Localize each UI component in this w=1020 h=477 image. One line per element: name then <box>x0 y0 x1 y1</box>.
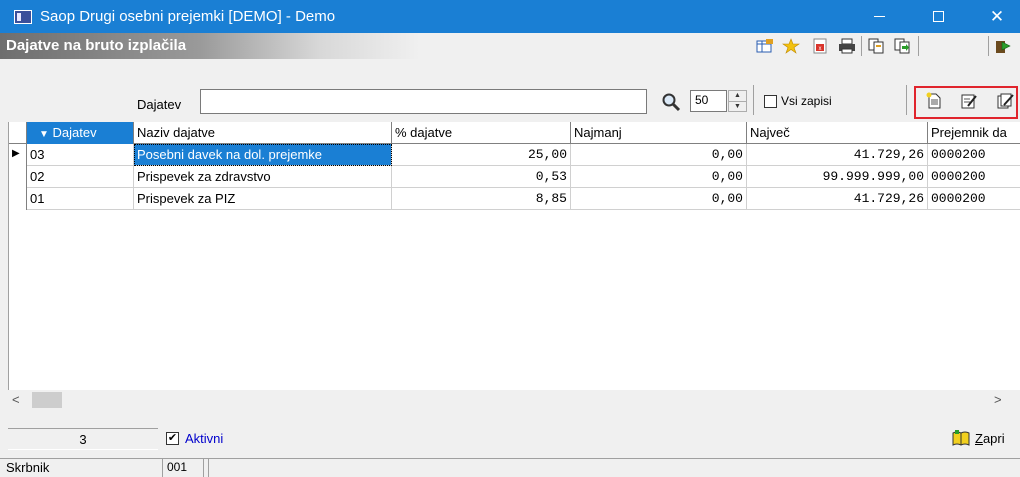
table-row[interactable]: 02 Prispevek za zdravstvo 0,53 0,00 99.9… <box>9 166 1020 188</box>
column-header-prejemnik[interactable]: Prejemnik da <box>928 122 1020 144</box>
cell-najvec[interactable]: 99.999.999,00 <box>747 166 928 188</box>
cell-najvec[interactable]: 41.729,26 <box>747 188 928 210</box>
minimize-button[interactable] <box>856 0 902 33</box>
export-icon[interactable]: x <box>811 38 829 54</box>
svg-text:x: x <box>819 46 822 52</box>
row-indicator <box>9 166 27 188</box>
skrbnik-value[interactable]: 001 <box>162 458 204 477</box>
print-icon[interactable] <box>838 38 856 54</box>
new-document-icon[interactable] <box>925 92 943 110</box>
record-limit-input[interactable]: 50 <box>690 90 727 112</box>
cell-najmanj[interactable]: 0,00 <box>571 144 747 166</box>
close-button[interactable]: Zapri <box>975 431 1005 446</box>
dajatev-label: Dajatev <box>137 97 182 112</box>
horizontal-scroll-thumb[interactable] <box>32 392 62 408</box>
all-records-checkbox[interactable] <box>764 95 777 108</box>
maximize-button[interactable] <box>915 0 961 33</box>
cell-pct[interactable]: 8,85 <box>392 188 571 210</box>
cell-prejemnik[interactable]: 0000200 <box>928 166 1020 188</box>
cell-naziv[interactable]: Prispevek za zdravstvo <box>134 166 392 188</box>
records-grid[interactable]: ▼ Dajatev Naziv dajatve % dajatve Najman… <box>8 122 1020 390</box>
column-header-dajatev[interactable]: ▼ Dajatev <box>27 122 134 144</box>
app-icon <box>14 9 32 24</box>
cell-najvec[interactable]: 41.729,26 <box>747 144 928 166</box>
spin-down-icon[interactable]: ▼ <box>729 102 746 112</box>
record-limit-spinner[interactable]: ▲ ▼ <box>728 90 747 112</box>
row-indicator-header <box>9 122 27 144</box>
close-window-button[interactable]: ✕ <box>974 0 1020 33</box>
search-icon[interactable] <box>661 92 681 112</box>
title-bar: Saop Drugi osebni prejemki [DEMO] - Demo… <box>0 0 1020 33</box>
header-strip: Dajatve na bruto izplačila x <box>0 33 1020 59</box>
skrbnik-name-field <box>208 458 1020 477</box>
toolbar-separator <box>988 36 989 56</box>
column-header-pct[interactable]: % dajatve <box>392 122 571 144</box>
cell-naziv[interactable]: Posebni davek na dol. prejemke <box>134 144 392 166</box>
horizontal-scrollbar[interactable]: < > <box>8 390 1020 410</box>
maximize-icon <box>932 11 944 22</box>
cell-pct[interactable]: 0,53 <box>392 166 571 188</box>
close-book-icon[interactable] <box>951 429 971 447</box>
star-icon[interactable] <box>782 38 800 54</box>
edit-multiple-icon[interactable] <box>996 92 1014 110</box>
cell-dajatev[interactable]: 02 <box>27 166 134 188</box>
scroll-left-icon[interactable]: < <box>12 392 20 407</box>
filter-separator <box>906 85 907 115</box>
exit-icon[interactable] <box>994 38 1012 54</box>
toolbar-separator <box>918 36 919 56</box>
skrbnik-label: Skrbnik <box>6 460 50 475</box>
table-row[interactable]: 01 Prispevek za PIZ 8,85 0,00 41.729,26 … <box>9 188 1020 210</box>
cell-dajatev[interactable]: 01 <box>27 188 134 210</box>
dajatev-search-input[interactable] <box>200 89 647 114</box>
column-header-naziv[interactable]: Naziv dajatve <box>134 122 392 144</box>
copy-icon[interactable] <box>867 38 885 54</box>
minimize-icon <box>873 16 885 17</box>
cell-pct[interactable]: 25,00 <box>392 144 571 166</box>
table-row[interactable]: ▶ 03 Posebni davek na dol. prejemke 25,0… <box>9 144 1020 166</box>
spin-up-icon[interactable]: ▲ <box>729 91 746 101</box>
current-row-icon: ▶ <box>9 144 27 166</box>
column-header-najmanj[interactable]: Najmanj <box>571 122 747 144</box>
column-header-najvec[interactable]: Največ <box>747 122 928 144</box>
copy-forward-icon[interactable] <box>893 38 911 54</box>
edit-icon[interactable] <box>960 92 978 110</box>
sort-desc-icon: ▼ <box>39 129 49 140</box>
window-title: Saop Drugi osebni prejemki [DEMO] - Demo <box>40 8 336 25</box>
active-label: Aktivni <box>185 431 224 446</box>
filter-separator <box>753 85 754 115</box>
cell-naziv[interactable]: Prispevek za PIZ <box>134 188 392 210</box>
row-indicator <box>9 188 27 210</box>
grid-icon[interactable] <box>756 38 774 54</box>
cell-najmanj[interactable]: 0,00 <box>571 166 747 188</box>
grid-header: ▼ Dajatev Naziv dajatve % dajatve Najman… <box>9 122 1020 144</box>
active-checkbox[interactable]: ✔ <box>166 432 179 445</box>
page-title: Dajatve na bruto izplačila <box>6 37 187 54</box>
record-count: 3 <box>8 428 158 450</box>
cell-prejemnik[interactable]: 0000200 <box>928 144 1020 166</box>
scroll-right-icon[interactable]: > <box>994 392 1002 407</box>
all-records-label: Vsi zapisi <box>781 94 832 108</box>
toolbar-separator <box>861 36 862 56</box>
cell-najmanj[interactable]: 0,00 <box>571 188 747 210</box>
cell-prejemnik[interactable]: 0000200 <box>928 188 1020 210</box>
cell-dajatev[interactable]: 03 <box>27 144 134 166</box>
